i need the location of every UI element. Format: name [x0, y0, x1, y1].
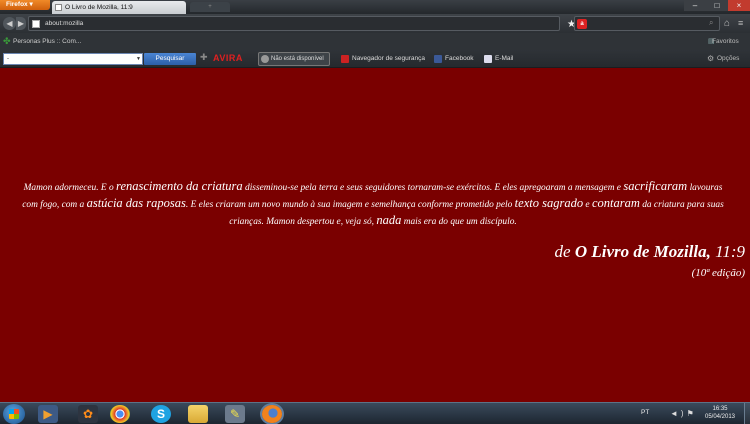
page-favicon-icon	[55, 4, 62, 11]
options-label: Opções	[717, 55, 740, 62]
search-engine-icon[interactable]: a	[577, 19, 587, 29]
close-window-button[interactable]: ×	[728, 0, 750, 11]
email-label: E-Mail	[495, 55, 514, 62]
facebook-icon	[434, 55, 442, 63]
envelope-icon	[484, 55, 492, 63]
tray-icons[interactable]: ◄)⚑	[670, 403, 697, 424]
citation: de O Livro de Mozilla, 11:9	[555, 242, 745, 262]
verse-emphasis: renascimento da criatura	[116, 179, 243, 193]
firefox-menu-label: Firefox	[6, 1, 28, 8]
bookmarks-bar: ✤ Personas Plus :: Com... ▤ Favoritos	[0, 33, 750, 50]
avira-logo[interactable]: AVIRA	[213, 53, 243, 63]
clock-time: 16:35	[712, 406, 728, 412]
show-desktop-button[interactable]	[744, 403, 750, 424]
verse-part: e	[583, 200, 592, 210]
search-button[interactable]: Pesquisar	[144, 53, 196, 65]
verse-emphasis: sacrificaram	[623, 179, 688, 193]
edition: (10ª edição)	[691, 267, 745, 279]
verse-part: disseminou-se pela terra e seus seguidor…	[242, 183, 624, 193]
status-button[interactable]: Não está disponível	[258, 52, 330, 66]
citation-prefix: de	[554, 242, 575, 261]
flag-icon[interactable]: ⚑	[687, 409, 697, 418]
new-tab-button[interactable]: +	[190, 2, 230, 12]
toolbar-search-input[interactable]: - ▼	[3, 53, 143, 65]
chevron-down-icon[interactable]: ▼	[136, 54, 141, 64]
taskbar: ▶ ✿ S ✎ PT ◄)⚑ 16:35 05/04/2013	[0, 402, 750, 424]
volume-icon[interactable]: ◄)	[670, 409, 687, 418]
citation-reference: 11:9	[710, 242, 745, 261]
status-label: Não está disponível	[271, 56, 324, 62]
security-label: Navegador de segurança	[352, 55, 425, 62]
verse-emphasis: texto sagrado	[514, 196, 584, 210]
start-button[interactable]	[3, 404, 25, 424]
gear-icon: ⚙	[707, 54, 715, 63]
verse-emphasis: nada	[376, 213, 402, 227]
tab-title: O Livro de Mozilla, 11:9	[65, 4, 133, 11]
maximize-button[interactable]: □	[706, 0, 728, 11]
clock-date: 05/04/2013	[704, 414, 736, 420]
firefox-icon[interactable]	[262, 405, 282, 423]
search-go-icon[interactable]: ⌕	[709, 18, 713, 28]
url-bar[interactable]: about:mozilla ★ ▼	[28, 16, 585, 31]
facebook-label: Facebook	[445, 55, 474, 62]
forward-button[interactable]: ▶	[16, 17, 26, 30]
bookmark-personas-plus[interactable]: Personas Plus :: Com...	[13, 33, 81, 50]
firefox-menu-button[interactable]: Firefox ▾	[0, 0, 50, 10]
media-player-icon[interactable]: ▶	[38, 405, 58, 423]
addon-toolbar: - ▼ Pesquisar ✚ AVIRA Não está disponíve…	[0, 50, 750, 68]
verse-emphasis: contaram	[591, 196, 640, 210]
verse-part: Mamon adormeceu. E o	[23, 183, 117, 193]
tab-active[interactable]: O Livro de Mozilla, 11:9	[52, 1, 186, 14]
status-icon	[261, 55, 269, 63]
shield-icon	[341, 55, 349, 63]
navigation-bar: ◀ ▶ about:mozilla ★ ▼ a ⌕ ⌂ ≡	[0, 14, 750, 33]
verse-part: . E eles criaram um novo mundo à sua ima…	[185, 200, 515, 210]
folder-icon[interactable]	[188, 405, 208, 423]
add-icon[interactable]: ✚	[200, 52, 208, 63]
toolbar-search-value: -	[7, 56, 9, 62]
chrome-icon[interactable]	[110, 405, 130, 423]
back-button[interactable]: ◀	[3, 17, 16, 30]
email-link[interactable]: E-Mail	[484, 50, 513, 68]
favorites-button[interactable]: Favoritos	[712, 33, 739, 50]
security-browser-link[interactable]: Navegador de segurança	[341, 50, 425, 68]
minimize-button[interactable]: –	[684, 0, 706, 11]
verse-emphasis: astúcia das raposas	[86, 196, 186, 210]
language-indicator[interactable]: PT	[641, 403, 649, 423]
clock[interactable]: 16:35 05/04/2013	[700, 405, 740, 421]
menu-icon[interactable]: ≡	[738, 17, 743, 30]
skype-icon[interactable]: S	[151, 405, 171, 423]
url-text: about:mozilla	[45, 20, 84, 27]
search-bar[interactable]: a ⌕	[574, 16, 720, 31]
verse-part: mais era do que um discípulo.	[401, 217, 517, 227]
verse-text: Mamon adormeceu. E o renascimento da cri…	[18, 179, 728, 230]
ace-player-icon[interactable]: ✿	[78, 405, 98, 423]
citation-book: O Livro de Mozilla,	[574, 242, 711, 261]
puzzle-icon: ✤	[3, 36, 11, 46]
url-favicon-icon	[32, 20, 40, 28]
facebook-link[interactable]: Facebook	[434, 50, 474, 68]
windows-logo-icon	[9, 409, 19, 419]
title-bar: Firefox ▾ O Livro de Mozilla, 11:9 + – □…	[0, 0, 750, 14]
home-icon[interactable]: ⌂	[724, 17, 730, 30]
page-content: Mamon adormeceu. E o renascimento da cri…	[0, 69, 750, 402]
paint-icon[interactable]: ✎	[225, 405, 245, 423]
options-button[interactable]: ⚙ Opções	[707, 50, 739, 68]
